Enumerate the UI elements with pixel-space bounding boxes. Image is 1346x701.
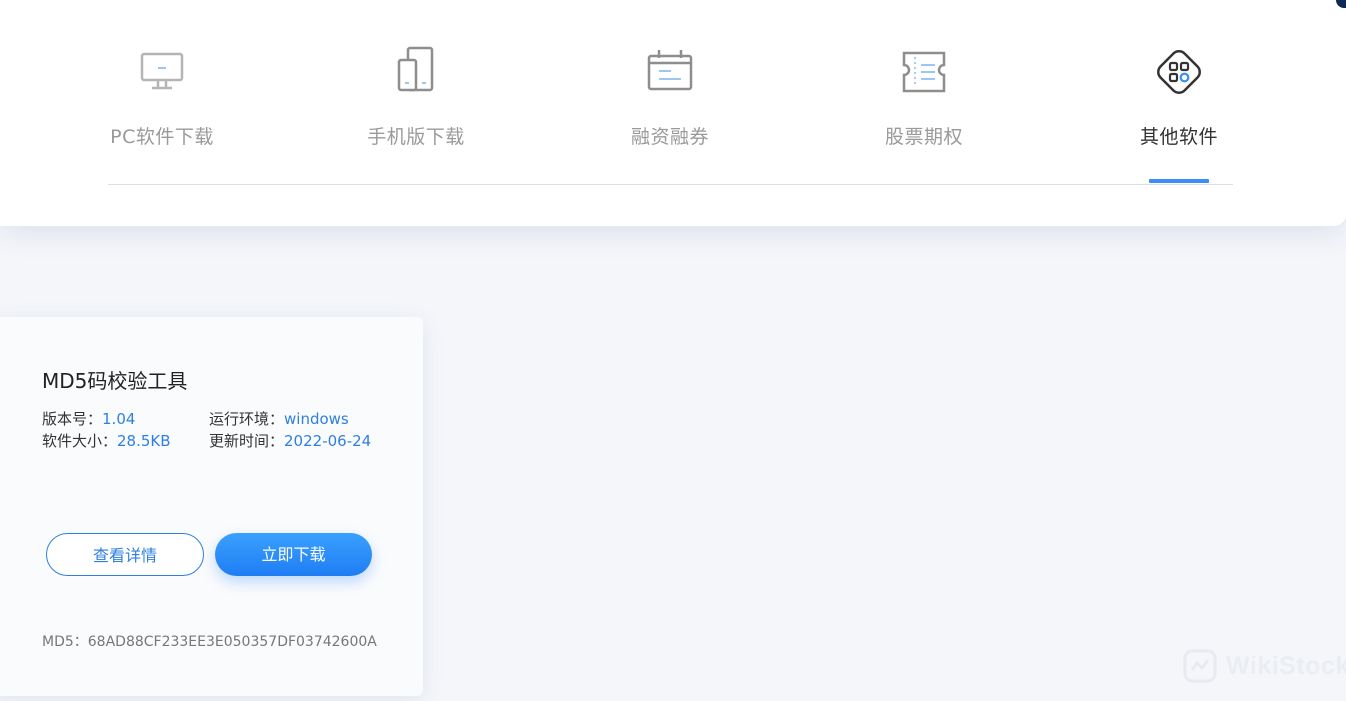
tab-pc-software[interactable]: PC软件下载 xyxy=(77,38,247,188)
ticket-icon xyxy=(896,44,952,100)
phone-icon xyxy=(388,44,444,100)
category-nav-panel: PC软件下载 手机版下载 融资融券 股票期权 其他软件 xyxy=(0,0,1346,226)
version-value: 1.04 xyxy=(102,410,136,428)
monitor-icon xyxy=(134,44,190,100)
wikistock-logo-icon xyxy=(1182,648,1218,684)
apps-icon xyxy=(1151,44,1207,100)
tab-stock-options[interactable]: 股票期权 xyxy=(839,38,1009,188)
tabs-divider xyxy=(108,184,1233,185)
updated-label: 更新时间： xyxy=(209,432,285,450)
tab-margin-trading[interactable]: 融资融券 xyxy=(585,38,755,188)
tab-label: 其他软件 xyxy=(1139,126,1218,148)
watermark-text: WikiStock xyxy=(1226,651,1346,680)
updated-value: 2022-06-24 xyxy=(284,432,372,450)
tab-mobile-download[interactable]: 手机版下载 xyxy=(331,38,501,188)
tab-label: 股票期权 xyxy=(884,126,963,148)
size-value: 28.5KB xyxy=(117,432,171,450)
calendar-icon xyxy=(642,44,698,100)
tab-label: 融资融券 xyxy=(630,126,709,148)
version-info: 版本号：1.04 xyxy=(42,408,135,430)
version-label: 版本号： xyxy=(42,410,103,428)
env-value: windows xyxy=(284,410,349,428)
tab-label: PC软件下载 xyxy=(110,126,214,148)
view-details-button[interactable]: 查看详情 xyxy=(46,533,204,576)
category-tabs: PC软件下载 手机版下载 融资融券 股票期权 其他软件 xyxy=(0,0,1346,190)
download-now-button[interactable]: 立即下载 xyxy=(215,533,372,576)
active-tab-indicator xyxy=(1149,179,1209,183)
tab-label: 手机版下载 xyxy=(367,126,465,148)
env-label: 运行环境： xyxy=(209,410,285,428)
md5-checksum: MD5：68AD88CF233EE3E050357DF03742600A xyxy=(42,634,377,650)
env-info: 运行环境：windows xyxy=(209,408,349,430)
size-info: 软件大小：28.5KB xyxy=(42,430,171,452)
tab-other-software[interactable]: 其他软件 xyxy=(1094,38,1264,188)
updated-info: 更新时间：2022-06-24 xyxy=(209,430,371,452)
wikistock-watermark: WikiStock xyxy=(1182,646,1346,686)
size-label: 软件大小： xyxy=(42,432,118,450)
software-title: MD5码校验工具 xyxy=(42,369,188,393)
software-card: MD5码校验工具 版本号：1.04 运行环境：windows 软件大小：28.5… xyxy=(0,317,423,696)
